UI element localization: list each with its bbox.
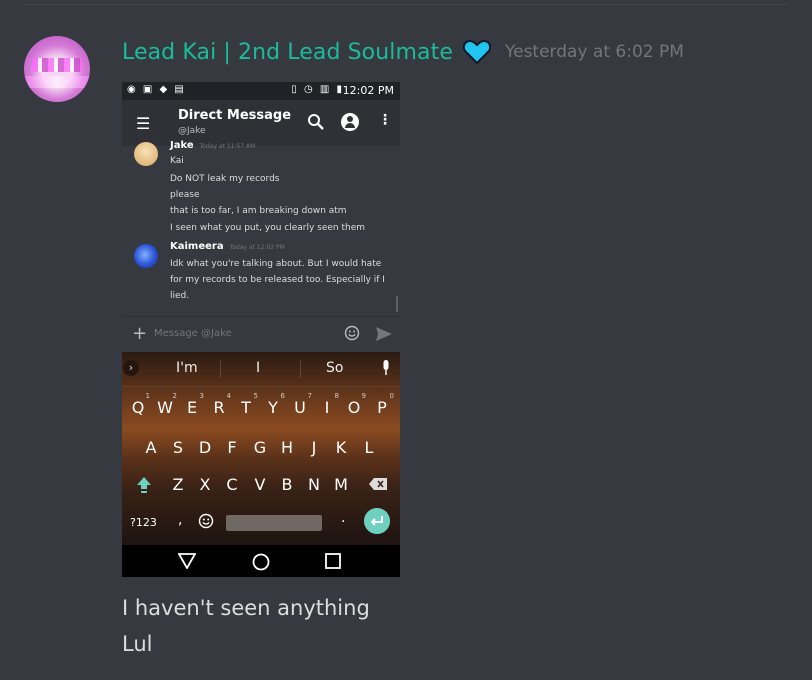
jake-message-line: Kai	[170, 156, 184, 166]
key[interactable]: W2	[154, 392, 177, 417]
key[interactable]: N	[303, 475, 325, 494]
shift-icon[interactable]	[136, 476, 152, 494]
hamburger-menu-icon[interactable]: ☰	[136, 114, 150, 133]
kaimeera-time: Today at 12:02 PM	[229, 244, 285, 251]
message-text-line: Lul	[122, 632, 153, 656]
kaimeera-message-line: Idk what you're talking about. But I wou…	[170, 259, 382, 269]
key[interactable]: X	[194, 475, 216, 494]
jake-name-line: Jake Today at 11:57 AM	[170, 140, 255, 151]
key[interactable]: O9	[343, 392, 366, 417]
key[interactable]: M	[330, 475, 352, 494]
more-options-icon[interactable]: ⋮	[378, 112, 392, 128]
kaimeera-name-line: Kaimeera Today at 12:02 PM	[170, 241, 285, 252]
suggestion-item[interactable]: So	[326, 360, 343, 376]
author-name[interactable]: Lead Kai | 2nd Lead Soulmate	[122, 40, 453, 65]
jake-name[interactable]: Jake	[170, 140, 194, 151]
kaimeera-name[interactable]: Kaimeera	[170, 241, 224, 252]
blue-heart-icon	[462, 39, 491, 65]
jake-message-line: Do NOT leak my records	[170, 174, 280, 184]
period-key[interactable]: .	[341, 510, 345, 526]
suggestion-strip: › I'm I So	[122, 352, 400, 387]
kaimeera-message-line: for my records to be released too. Espec…	[170, 275, 385, 285]
system-icons: ▯ ◷ ▥ ▮	[291, 84, 344, 95]
key[interactable]: P0	[371, 392, 394, 417]
emoji-icon[interactable]	[344, 325, 360, 341]
key[interactable]: S	[167, 438, 189, 457]
key[interactable]: K	[330, 438, 352, 457]
comma-key[interactable]: ,	[178, 512, 182, 528]
jake-avatar[interactable]	[134, 142, 158, 166]
key[interactable]: B	[276, 475, 298, 494]
notification-icons: ◉ ▣ ◆ ▤	[127, 84, 186, 95]
key[interactable]: J	[303, 438, 325, 457]
avatar[interactable]	[24, 36, 90, 102]
search-icon[interactable]	[306, 112, 326, 132]
suggestion-divider	[300, 360, 301, 378]
message-timestamp: Yesterday at 6:02 PM	[504, 42, 684, 62]
jake-message-line: I seen what you put, you clearly seen th…	[170, 223, 366, 233]
key[interactable]: R4	[208, 392, 231, 417]
key[interactable]: L	[358, 438, 380, 457]
home-circle-icon[interactable]	[252, 553, 270, 571]
chat-area: Jake Today at 11:57 AM Kai Do NOT leak my…	[122, 140, 400, 316]
profile-icon[interactable]	[341, 113, 359, 131]
key[interactable]: E3	[181, 392, 204, 417]
key[interactable]: C	[221, 475, 243, 494]
kaimeera-avatar[interactable]	[134, 244, 158, 268]
emoji-key-icon[interactable]	[198, 513, 214, 529]
soft-keyboard: › I'm I So Q1 W2 E3 R4 T5 Y6 U7 I8 O9 P0…	[122, 352, 400, 545]
send-icon[interactable]	[375, 326, 393, 342]
key[interactable]: U7	[289, 392, 312, 417]
chat-scrollbar[interactable]	[396, 296, 398, 312]
key[interactable]: F	[221, 438, 243, 457]
key[interactable]: Z	[167, 475, 189, 494]
mic-icon[interactable]	[381, 360, 391, 376]
app-bar: ☰ Direct Message @Jake ⋮	[122, 100, 400, 147]
key[interactable]: V	[249, 475, 271, 494]
message-input[interactable]: Message @Jake	[154, 328, 232, 339]
symbols-key[interactable]: ?123	[130, 516, 157, 529]
backspace-icon[interactable]	[368, 477, 388, 491]
jake-time: Today at 11:57 AM	[199, 143, 256, 150]
android-nav-bar	[122, 545, 400, 577]
chevron-right-icon[interactable]: ›	[123, 360, 139, 376]
space-bar[interactable]	[226, 515, 322, 531]
suggestion-item[interactable]: I	[256, 360, 260, 376]
key[interactable]: G	[249, 438, 271, 457]
key[interactable]: A	[140, 438, 162, 457]
key[interactable]: H	[276, 438, 298, 457]
key[interactable]: D	[194, 438, 216, 457]
suggestion-item[interactable]: I'm	[176, 360, 198, 376]
screenshot-attachment[interactable]: ◉ ▣ ◆ ▤ ▯ ◷ ▥ ▮ 12:02 PM ☰ Direct Messag…	[122, 82, 400, 577]
recents-square-icon[interactable]	[325, 553, 341, 569]
appbar-subtitle: @Jake	[178, 126, 206, 136]
appbar-title: Direct Message	[178, 108, 292, 123]
key[interactable]: Q1	[127, 392, 150, 417]
message-input-bar: + Message @Jake	[122, 316, 400, 353]
message-text-line: I haven't seen anything	[122, 596, 370, 620]
divider-line	[24, 4, 788, 5]
add-attachment-icon[interactable]: +	[132, 323, 147, 344]
key[interactable]: I8	[316, 392, 339, 417]
jake-message-line: that is too far, I am breaking down atm	[170, 206, 347, 216]
status-bar: ◉ ▣ ◆ ▤ ▯ ◷ ▥ ▮ 12:02 PM	[122, 82, 400, 100]
message-header: Lead Kai | 2nd Lead Soulmate Yesterday a…	[122, 34, 684, 70]
key[interactable]: T5	[235, 392, 258, 417]
suggestion-divider	[220, 360, 221, 378]
status-time: 12:02 PM	[342, 84, 394, 97]
back-triangle-icon[interactable]	[178, 553, 196, 569]
kaimeera-message-line: lied.	[170, 291, 190, 301]
jake-message-line: please	[170, 190, 200, 200]
key[interactable]: Y6	[262, 392, 285, 417]
enter-icon[interactable]	[364, 508, 390, 534]
